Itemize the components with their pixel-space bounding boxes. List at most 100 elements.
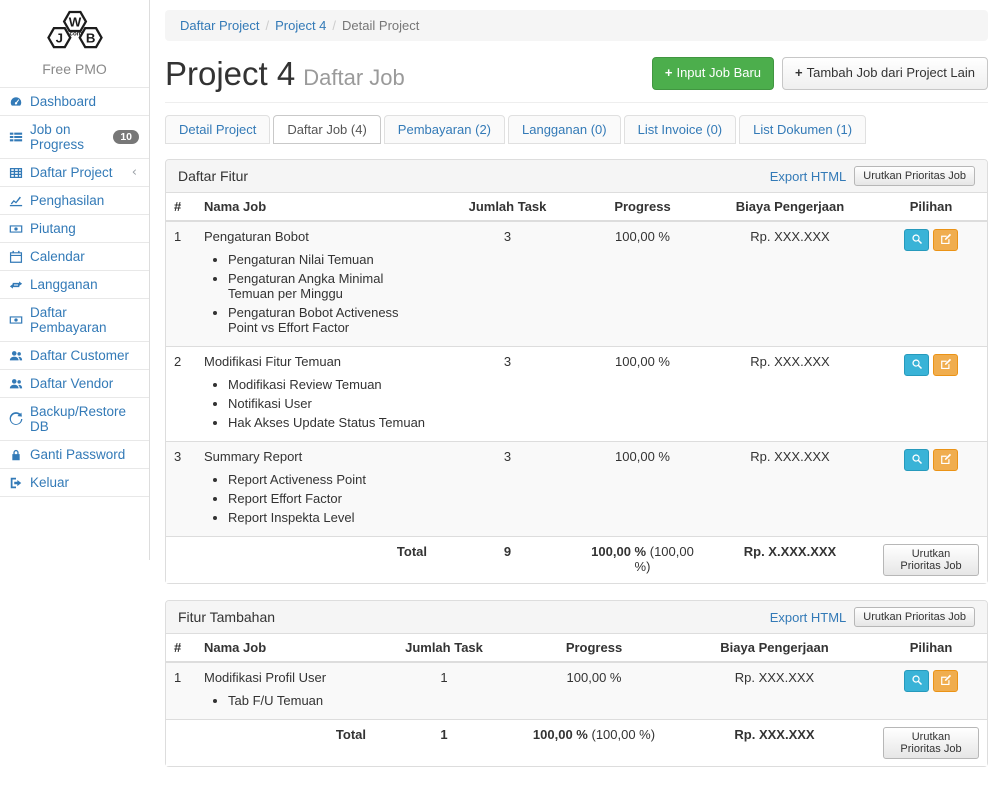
export-html-link[interactable]: Export HTML — [770, 610, 847, 625]
chevron-left-icon: ‹ — [132, 165, 137, 180]
subtask-item: Pengaturan Nilai Temuan — [228, 250, 427, 269]
sidebar-menu: DashboardJob on Progress10Daftar Project… — [0, 87, 149, 497]
total-progress-cell: 100,00 % (100,00 %) — [514, 720, 674, 767]
breadcrumb-item-daftar-project[interactable]: Daftar Project — [180, 18, 259, 33]
calendar-icon — [8, 249, 23, 264]
sidebar-item-label: Daftar Vendor — [30, 376, 113, 391]
sidebar-item-label: Calendar — [30, 249, 85, 264]
sidebar-item-label: Daftar Pembayaran — [30, 305, 141, 335]
dashboard-icon — [8, 94, 23, 109]
subtask-item: Notifikasi User — [228, 394, 427, 413]
repeat-icon — [8, 277, 23, 292]
page-title: Project 4 — [165, 55, 295, 92]
subtask-item: Pengaturan Bobot Activeness Point vs Eff… — [228, 303, 427, 337]
row-actions — [883, 449, 979, 471]
tab-list-dokumen-1[interactable]: List Dokumen (1) — [739, 115, 866, 144]
row-actions — [883, 229, 979, 251]
sidebar-item-langganan[interactable]: Langganan — [0, 271, 149, 299]
pilihan-cell — [875, 221, 987, 347]
total-biaya-cell: Rp. XXX.XXX — [674, 720, 875, 767]
sidebar-item-penghasilan[interactable]: Penghasilan — [0, 187, 149, 215]
breadcrumb-separator: / — [326, 18, 342, 33]
row-number: 1 — [166, 221, 196, 347]
sidebar-item-ganti-password[interactable]: Ganti Password — [0, 441, 149, 469]
jumlah-task-cell: 3 — [435, 221, 580, 347]
breadcrumb-item-project-4[interactable]: Project 4 — [275, 18, 326, 33]
sidebar-item-label: Backup/Restore DB — [30, 404, 141, 434]
edit-icon — [940, 233, 952, 248]
edit-job-button[interactable] — [933, 670, 958, 692]
search-icon — [911, 453, 923, 468]
column-header-progress: Progress — [580, 193, 705, 221]
sidebar-item-backup-restore-db[interactable]: Backup/Restore DB — [0, 398, 149, 441]
export-html-link[interactable]: Export HTML — [770, 169, 847, 184]
button-label: Tambah Job dari Project Lain — [807, 65, 975, 80]
tab-list-invoice-0[interactable]: List Invoice (0) — [624, 115, 737, 144]
biaya-cell: Rp. XXX.XXX — [674, 662, 875, 720]
subtask-item: Modifikasi Review Temuan — [228, 375, 427, 394]
column-header-pilihan: Pilihan — [875, 634, 987, 662]
panel-fitur-tambahan: Fitur TambahanExport HTMLUrutkan Priorit… — [165, 600, 988, 767]
total-progress-value: 100,00 % — [533, 727, 588, 742]
biaya-cell: Rp. XXX.XXX — [705, 221, 875, 347]
job-name-cell: Modifikasi Profil UserTab F/U Temuan — [196, 662, 374, 720]
sidebar-item-dashboard[interactable]: Dashboard — [0, 88, 149, 116]
breadcrumb: Daftar Project/Project 4/Detail Project — [165, 10, 988, 41]
svg-text:W: W — [68, 14, 81, 29]
tab-detail-project[interactable]: Detail Project — [165, 115, 270, 144]
search-icon — [911, 358, 923, 373]
panel-heading: Daftar FiturExport HTMLUrutkan Prioritas… — [166, 160, 987, 193]
row-actions — [883, 670, 979, 692]
sidebar-item-job-on-progress[interactable]: Job on Progress10 — [0, 116, 149, 159]
edit-job-button[interactable] — [933, 449, 958, 471]
table-icon — [8, 165, 23, 180]
sidebar-item-daftar-pembayaran[interactable]: Daftar Pembayaran — [0, 299, 149, 342]
edit-job-button[interactable] — [933, 354, 958, 376]
button-label: Input Job Baru — [676, 65, 761, 80]
edit-icon — [940, 674, 952, 689]
users-icon — [8, 376, 23, 391]
sidebar-item-daftar-project[interactable]: Daftar Project ‹ — [0, 159, 149, 187]
column-header-jumlah-task: Jumlah Task — [435, 193, 580, 221]
view-job-button[interactable] — [904, 670, 929, 692]
sidebar-item-daftar-customer[interactable]: Daftar Customer — [0, 342, 149, 370]
tab-langganan-0[interactable]: Langganan (0) — [508, 115, 621, 144]
plus-icon: + — [795, 65, 803, 80]
subtask-list: Modifikasi Review TemuanNotifikasi UserH… — [204, 375, 427, 432]
tambah-job-dari-project-lain-button[interactable]: + Tambah Job dari Project Lain — [782, 57, 988, 89]
view-job-button[interactable] — [904, 229, 929, 251]
column-header-biaya-pengerjaan: Biaya Pengerjaan — [674, 634, 875, 662]
sort-priority-button[interactable]: Urutkan Prioritas Job — [854, 607, 975, 627]
job-name: Pengaturan Bobot — [204, 229, 427, 244]
sort-priority-button[interactable]: Urutkan Prioritas Job — [854, 166, 975, 186]
sidebar-item-calendar[interactable]: Calendar — [0, 243, 149, 271]
progress-cell: 100,00 % — [514, 662, 674, 720]
column-header-: # — [166, 634, 196, 662]
subtask-item: Tab F/U Temuan — [228, 691, 366, 710]
sort-priority-button[interactable]: Urutkan Prioritas Job — [883, 544, 979, 576]
subtask-item: Pengaturan Angka Minimal Temuan per Ming… — [228, 269, 427, 303]
main-content: Daftar Project/Project 4/Detail Project … — [150, 0, 1000, 803]
view-job-button[interactable] — [904, 449, 929, 471]
sidebar-item-keluar[interactable]: Keluar — [0, 469, 149, 497]
sidebar-item-label: Daftar Project — [30, 165, 113, 180]
view-job-button[interactable] — [904, 354, 929, 376]
total-jumlah-cell: 1 — [374, 720, 514, 767]
breadcrumb-item-detail-project: Detail Project — [342, 18, 419, 33]
search-icon — [911, 233, 923, 248]
job-name-cell: Pengaturan BobotPengaturan Nilai TemuanP… — [196, 221, 435, 347]
sidebar-item-label: Daftar Customer — [30, 348, 129, 363]
total-progress-value: 100,00 % — [591, 544, 646, 559]
sort-priority-button[interactable]: Urutkan Prioritas Job — [883, 727, 979, 759]
edit-job-button[interactable] — [933, 229, 958, 251]
row-actions — [883, 354, 979, 376]
tab-pembayaran-2[interactable]: Pembayaran (2) — [384, 115, 505, 144]
panel-heading-controls: Export HTML Urutkan Prioritas Job — [770, 166, 975, 186]
job-name-cell: Modifikasi Fitur TemuanModifikasi Review… — [196, 347, 435, 442]
sidebar-item-daftar-vendor[interactable]: Daftar Vendor — [0, 370, 149, 398]
total-row: Total1100,00 % (100,00 %)Rp. XXX.XXXUrut… — [166, 720, 987, 767]
table-row: 1Modifikasi Profil UserTab F/U Temuan110… — [166, 662, 987, 720]
input-job-baru-button[interactable]: +Input Job Baru — [652, 57, 774, 89]
tab-daftar-job-4[interactable]: Daftar Job (4) — [273, 115, 380, 144]
sidebar-item-piutang[interactable]: Piutang — [0, 215, 149, 243]
